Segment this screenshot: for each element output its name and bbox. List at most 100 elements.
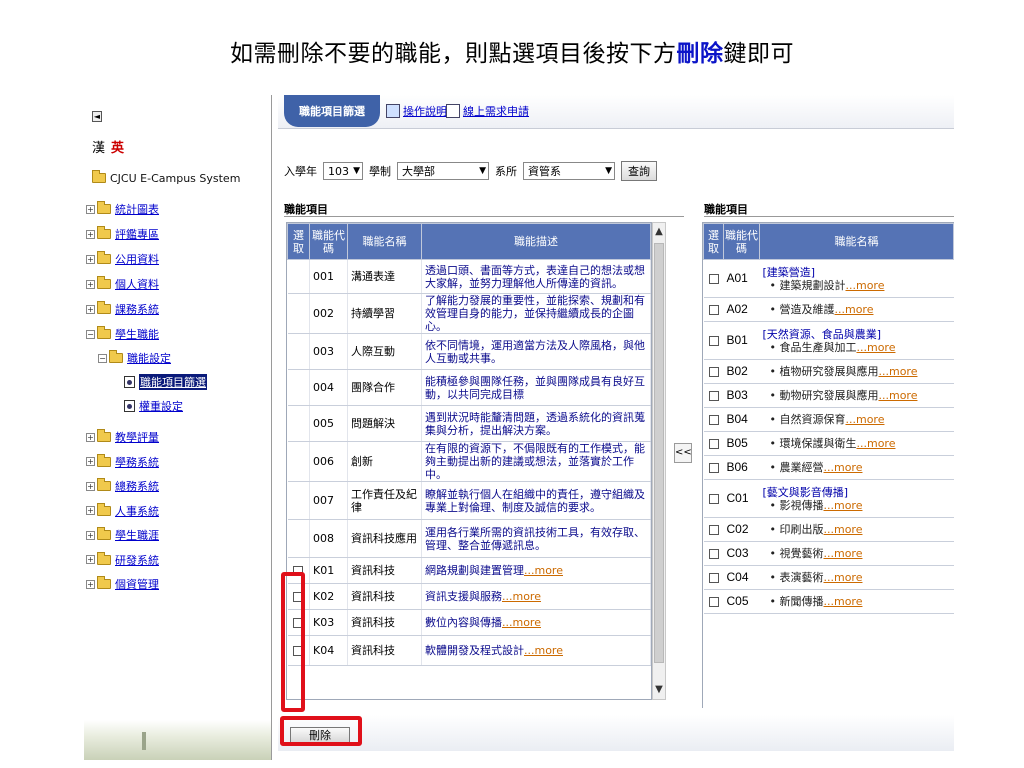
table-row[interactable]: 005 問題解決 遇到狀況時能釐清問題，透過系統化的資訊蒐集與分析，提出解決方案。 xyxy=(287,405,651,442)
table-row[interactable]: K01 資訊科技 網路規劃與建置管理...more xyxy=(287,557,651,584)
tree-item-label[interactable]: 統計圖表 xyxy=(115,201,159,217)
expand-toggle-icon[interactable]: + xyxy=(86,481,95,491)
dept-select[interactable]: 資管系 ▼ xyxy=(523,162,615,180)
table-row[interactable]: 006 創新 在有限的資源下，不侷限既有的工作模式，能夠主動提出新的建議或想法，並落… xyxy=(287,441,651,482)
table-row[interactable]: C02 • 印刷出版...more xyxy=(703,517,954,542)
expand-toggle-icon[interactable]: + xyxy=(86,204,95,214)
table-row[interactable]: K03 資訊科技 數位內容與傳播...more xyxy=(287,609,651,636)
more-link[interactable]: ...more xyxy=(823,595,862,608)
more-link[interactable]: ...more xyxy=(834,303,873,316)
row-checkbox[interactable] xyxy=(708,415,719,425)
help-link-label[interactable]: 操作說明 xyxy=(403,103,447,119)
row-checkbox[interactable] xyxy=(708,391,719,401)
more-link[interactable]: ...more xyxy=(823,547,862,560)
row-checkbox[interactable] xyxy=(708,525,719,535)
row-checkbox[interactable] xyxy=(708,439,719,449)
row-checkbox[interactable] xyxy=(708,336,719,346)
expand-toggle-icon[interactable]: − xyxy=(86,329,95,339)
tree-item[interactable]: + 學務系統 xyxy=(86,453,159,470)
scroll-up-icon[interactable]: ▲ xyxy=(653,225,665,239)
expand-toggle-icon[interactable]: + xyxy=(86,304,95,314)
tree-item-label[interactable]: 學生職涯 xyxy=(115,527,159,543)
more-link[interactable]: ...more xyxy=(878,365,917,378)
tree-subfolder[interactable]: − 職能設定 xyxy=(98,350,171,366)
expand-toggle-icon[interactable]: + xyxy=(86,579,95,589)
expand-toggle-icon[interactable]: + xyxy=(86,506,95,515)
more-link[interactable]: ...more xyxy=(878,389,917,402)
tree-item[interactable]: + 研發系統 xyxy=(86,551,159,568)
scroll-thumb[interactable] xyxy=(654,243,664,663)
tree-item-label[interactable]: 個人資料 xyxy=(115,276,159,292)
more-link[interactable]: ...more xyxy=(856,341,895,354)
expand-toggle-icon[interactable]: − xyxy=(98,353,107,363)
expand-toggle-icon[interactable]: + xyxy=(86,432,95,442)
table-row[interactable]: B03 • 動物研究發展與應用...more xyxy=(703,383,954,408)
collapse-sidebar-button[interactable]: ◄ xyxy=(92,111,102,122)
tree-item-label[interactable]: 個資管理 xyxy=(115,576,159,592)
table-row[interactable]: B02 • 植物研究發展與應用...more xyxy=(703,359,954,384)
row-checkbox[interactable] xyxy=(708,494,719,504)
tree-page-label[interactable]: 職能項目篩選 xyxy=(139,374,207,390)
table-row[interactable]: 003 人際互動 依不同情境，運用適當方法及人際風格，與他人互動或共事。 xyxy=(287,333,651,370)
row-checkbox[interactable] xyxy=(708,274,719,284)
more-link[interactable]: ...more xyxy=(856,437,895,450)
tree-item-label[interactable]: 公用資料 xyxy=(115,251,159,267)
expand-toggle-icon[interactable]: + xyxy=(86,254,95,264)
tree-subfolder-label[interactable]: 職能設定 xyxy=(127,350,171,366)
table-row[interactable]: A02 • 營造及維護...more xyxy=(703,297,954,322)
table-row[interactable]: B01 [天然資源、食品與農業] • 食品生產與加工...more xyxy=(703,321,954,360)
system-select[interactable]: 大學部 ▼ xyxy=(397,162,489,180)
tree-item[interactable]: + 公用資料 xyxy=(86,251,159,267)
table-row[interactable]: 001 溝通表達 透過口頭、書面等方式，表達自己的想法或想大家解，並努力理解他人所傳… xyxy=(287,259,651,294)
table-row[interactable]: 007 工作責任及紀律 瞭解並執行個人在組織中的責任，遵守組織及專業上對倫理、制度及… xyxy=(287,481,651,520)
table-row[interactable]: 008 資訊科技應用 運用各行業所需的資訊技術工具，有效存取、管理、整合並傳遞訊息。 xyxy=(287,519,651,558)
tab-competency-filter[interactable]: 職能項目篩選 xyxy=(284,95,380,127)
tree-item-label[interactable]: 評鑑專區 xyxy=(115,226,159,242)
tree-item-label[interactable]: 研發系統 xyxy=(115,552,159,568)
table-row[interactable]: K04 資訊科技 軟體開發及程式設計...more xyxy=(287,635,651,666)
tree-item[interactable]: + 學生職涯 xyxy=(86,527,159,543)
expand-toggle-icon[interactable]: + xyxy=(86,555,95,564)
row-checkbox[interactable] xyxy=(708,597,719,607)
table-row[interactable]: B06 • 農業經營...more xyxy=(703,455,954,480)
table-row[interactable]: 002 持續學習 了解能力發展的重要性，並能探索、規劃和有效管理自身的能力，並保持繼… xyxy=(287,293,651,334)
tree-page-item[interactable]: 職能項目篩選 xyxy=(124,374,207,390)
table-row[interactable]: C05 • 新聞傳播...more xyxy=(703,589,954,614)
table-row[interactable]: C04 • 表演藝術...more xyxy=(703,565,954,590)
tree-item[interactable]: + 個人資料 xyxy=(86,276,159,292)
flag-icon[interactable]: 英 xyxy=(111,141,124,156)
tree-item-label[interactable]: 教學評量 xyxy=(115,429,159,445)
tree-item[interactable]: + 總務系統 xyxy=(86,478,159,494)
help-link[interactable]: 操作說明 xyxy=(386,103,447,119)
row-checkbox[interactable] xyxy=(708,305,719,315)
tree-item-label[interactable]: 學生職能 xyxy=(115,326,159,342)
table-row[interactable]: B04 • 自然資源保育...more xyxy=(703,407,954,432)
scroll-down-icon[interactable]: ▼ xyxy=(653,683,665,697)
more-link[interactable]: ...more xyxy=(845,279,884,292)
table-row[interactable]: C03 • 視覺藝術...more xyxy=(703,541,954,566)
more-link[interactable]: ...more xyxy=(524,564,563,577)
tree-item[interactable]: + 統計圖表 xyxy=(86,201,159,217)
lang-chinese[interactable]: 漢 xyxy=(92,141,105,156)
tree-item[interactable]: − 學生職能 xyxy=(86,326,159,342)
table-row[interactable]: A01 [建築營造] • 建築規劃設計...more xyxy=(703,259,954,298)
left-table-scrollbar[interactable]: ▲ ▼ xyxy=(652,222,666,700)
tree-item[interactable]: + 人事系統 xyxy=(86,502,159,519)
tree-item[interactable]: + 個資管理 xyxy=(86,576,159,592)
request-link-label[interactable]: 線上需求申請 xyxy=(463,103,529,119)
table-row[interactable]: K02 資訊科技 資訊支援與服務...more xyxy=(287,583,651,610)
more-link[interactable]: ...more xyxy=(823,571,862,584)
tree-item-label[interactable]: 學務系統 xyxy=(115,454,159,470)
more-link[interactable]: ...more xyxy=(502,590,541,603)
tree-item[interactable]: + 課務系統 xyxy=(86,301,159,317)
tree-page-label[interactable]: 權重設定 xyxy=(139,398,183,414)
query-button[interactable]: 查詢 xyxy=(621,161,657,181)
expand-toggle-icon[interactable]: + xyxy=(86,530,95,540)
row-checkbox[interactable] xyxy=(708,549,719,559)
tree-item-label[interactable]: 人事系統 xyxy=(115,503,159,519)
expand-toggle-icon[interactable]: + xyxy=(86,229,95,239)
request-link[interactable]: 線上需求申請 xyxy=(446,103,529,119)
tree-item-label[interactable]: 課務系統 xyxy=(115,301,159,317)
more-link[interactable]: ...more xyxy=(823,499,862,512)
more-link[interactable]: ...more xyxy=(823,523,862,536)
